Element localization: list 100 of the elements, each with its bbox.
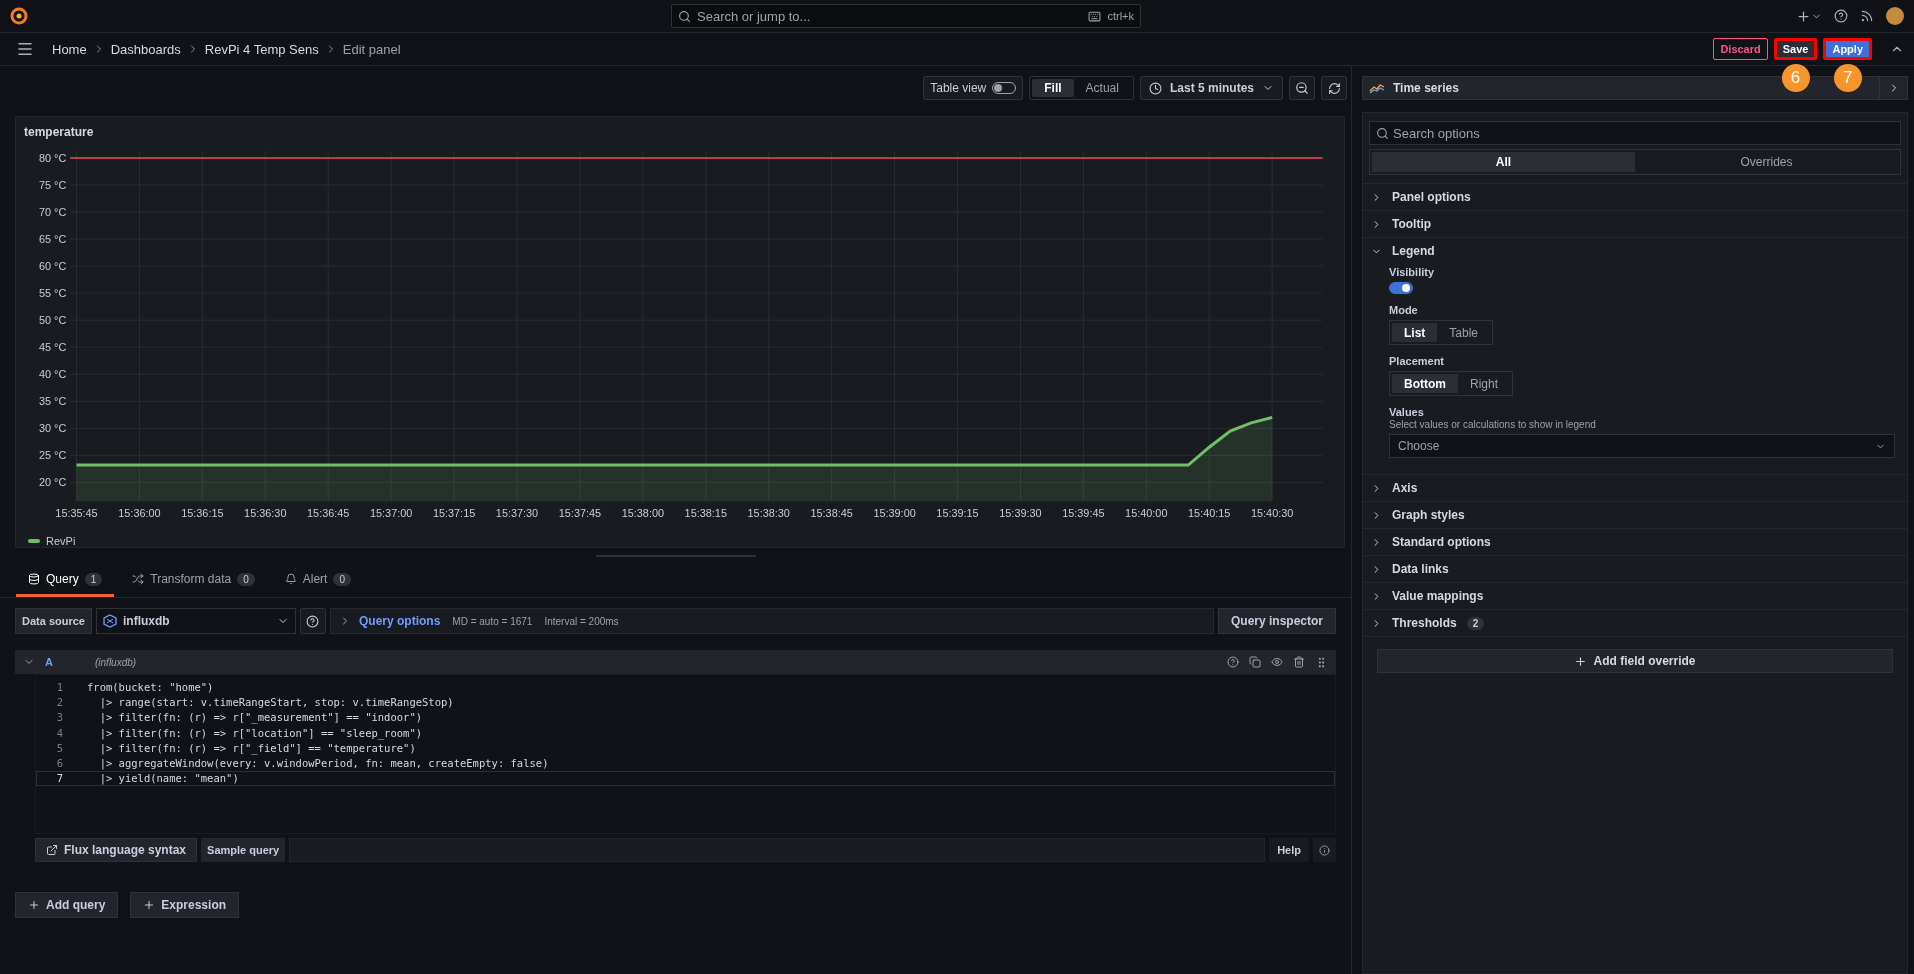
values-select[interactable]: Choose bbox=[1389, 434, 1895, 458]
axis-label: 15:38:30 bbox=[747, 507, 790, 520]
search-field[interactable]: Search or jump to... ctrl+k bbox=[671, 4, 1141, 28]
radio-option[interactable]: List bbox=[1392, 323, 1438, 342]
callout-badge: 7 bbox=[1833, 64, 1862, 92]
sample-query-label: Sample query bbox=[201, 838, 286, 862]
section-header[interactable]: Tooltip bbox=[1363, 211, 1907, 237]
section-header[interactable]: Data links bbox=[1363, 556, 1907, 582]
line-number: 7 bbox=[55, 772, 64, 785]
query-options-toggle[interactable]: Query options bbox=[339, 614, 441, 628]
query-tab[interactable]: Query 1 bbox=[16, 564, 115, 597]
help-icon[interactable] bbox=[1834, 9, 1848, 23]
line-number: 6 bbox=[55, 757, 64, 770]
copy-icon[interactable] bbox=[1249, 656, 1261, 668]
options-search-field[interactable]: Search options bbox=[1369, 121, 1901, 145]
options-tab[interactable]: Overrides bbox=[1635, 152, 1898, 172]
plus-icon[interactable] bbox=[1796, 8, 1811, 24]
add-override-button[interactable]: Add field override bbox=[1377, 649, 1893, 673]
apply-button[interactable]: Apply bbox=[1823, 38, 1872, 60]
axis-label: 15:37:45 bbox=[558, 507, 602, 520]
axis-label: 65 °C bbox=[38, 233, 67, 245]
radio-option[interactable]: Right bbox=[1458, 374, 1510, 393]
code-editor[interactable] bbox=[35, 674, 1336, 834]
menu-icon[interactable] bbox=[16, 40, 34, 58]
line-number: 3 bbox=[55, 711, 64, 724]
trash-icon[interactable] bbox=[1293, 656, 1305, 668]
help-icon bbox=[306, 614, 320, 628]
plus-icon bbox=[28, 899, 40, 911]
query-ref-id: A bbox=[45, 656, 54, 668]
discard-button[interactable]: Discard bbox=[1713, 38, 1768, 60]
axis-label: 15:36:00 bbox=[118, 507, 161, 520]
info-icon[interactable] bbox=[1319, 844, 1330, 856]
data-source-select[interactable]: influxdb bbox=[96, 608, 296, 634]
datasource-icon bbox=[103, 614, 117, 628]
radio-option[interactable]: Table bbox=[1437, 323, 1491, 342]
axis-label: 15:36:45 bbox=[307, 507, 350, 520]
add-button[interactable]: Add query bbox=[15, 892, 119, 918]
query-tab[interactable]: Transform data 0 bbox=[120, 564, 267, 597]
code-line: |> filter(fn: (r) => r["_field"] == "temperature") bbox=[98, 741, 416, 754]
add-button[interactable]: Expression bbox=[130, 892, 240, 918]
save-button[interactable]: Save bbox=[1773, 38, 1818, 60]
axis-label: 35 °C bbox=[38, 395, 67, 408]
radio-option[interactable]: Bottom bbox=[1392, 374, 1458, 393]
axis-label: 15:37:00 bbox=[370, 507, 413, 520]
axis-label: 70 °C bbox=[38, 205, 67, 218]
breadcrumb-link[interactable]: Home bbox=[52, 41, 87, 57]
count-badge: 0 bbox=[333, 572, 351, 586]
help-icon[interactable] bbox=[1227, 656, 1239, 668]
grafana-logo-icon[interactable] bbox=[10, 7, 28, 25]
section-header[interactable]: Value mappings bbox=[1363, 583, 1907, 609]
code-line: |> filter(fn: (r) => r["location"] == "sleep_room") bbox=[98, 726, 423, 739]
section-header[interactable]: Thresholds 2 bbox=[1363, 610, 1907, 636]
eye-icon[interactable] bbox=[1271, 656, 1283, 668]
axis-label: 15:40:15 bbox=[1188, 507, 1231, 520]
axis-label: 15:37:30 bbox=[495, 507, 539, 520]
toggle-switch[interactable] bbox=[1389, 282, 1413, 294]
zoom-out-icon bbox=[1295, 81, 1309, 95]
fit-option[interactable]: Fill bbox=[1032, 79, 1074, 97]
code-line: |> filter(fn: (r) => r["_measurement"] == "indoor") bbox=[98, 711, 423, 724]
query-tab[interactable]: Alert 0 bbox=[272, 564, 363, 597]
axis-label: 15:39:00 bbox=[873, 507, 916, 520]
refresh-button[interactable] bbox=[1321, 76, 1347, 100]
axis-label: 75 °C bbox=[38, 178, 67, 191]
section-header[interactable]: Axis bbox=[1363, 475, 1907, 501]
external-link-icon bbox=[46, 844, 58, 856]
axis-label: 20 °C bbox=[38, 476, 67, 489]
axis-label: 15:36:15 bbox=[181, 507, 224, 520]
syntax-link-button[interactable]: Flux language syntax bbox=[35, 838, 198, 862]
table-view-toggle[interactable]: Table view bbox=[923, 76, 1024, 100]
breadcrumb-link[interactable]: RevPi 4 Temp Sens bbox=[204, 41, 319, 57]
search-icon bbox=[1376, 126, 1389, 140]
section-header[interactable]: Legend bbox=[1363, 238, 1907, 264]
search-icon bbox=[678, 9, 691, 23]
fit-option[interactable]: Actual bbox=[1073, 79, 1131, 97]
axis-label: 45 °C bbox=[38, 341, 67, 354]
time-range-picker[interactable]: Last 5 minutes bbox=[1139, 76, 1283, 100]
line-number: 5 bbox=[55, 741, 64, 754]
field-description: Select values or calculations to show in legend bbox=[1389, 419, 1596, 430]
axis-label: 25 °C bbox=[38, 449, 67, 462]
resize-handle[interactable] bbox=[595, 555, 756, 557]
bell-icon bbox=[284, 573, 297, 585]
query-meta: MD = auto = 1671 bbox=[452, 615, 533, 627]
query-inspector-button[interactable]: Query inspector bbox=[1217, 608, 1336, 634]
section-header[interactable]: Panel options bbox=[1363, 184, 1907, 210]
section-header[interactable]: Graph styles bbox=[1363, 502, 1907, 528]
news-feed-icon[interactable] bbox=[1860, 9, 1874, 23]
axis-label: 40 °C bbox=[38, 368, 67, 381]
breadcrumb-link[interactable]: Dashboards bbox=[110, 41, 181, 57]
axis-label: 15:40:00 bbox=[1125, 507, 1168, 520]
help-button[interactable] bbox=[300, 608, 326, 634]
clock-icon bbox=[1148, 81, 1162, 95]
section-header[interactable]: Standard options bbox=[1363, 529, 1907, 555]
legend-label[interactable]: RevPi bbox=[46, 535, 76, 547]
axis-label: 50 °C bbox=[38, 314, 67, 327]
axis-label: 15:36:30 bbox=[244, 507, 287, 520]
user-avatar[interactable] bbox=[1886, 7, 1904, 25]
options-tab[interactable]: All bbox=[1372, 152, 1635, 172]
plus-icon bbox=[143, 899, 156, 911]
zoom-out-button[interactable] bbox=[1289, 76, 1315, 100]
axis-label: 60 °C bbox=[38, 260, 67, 273]
